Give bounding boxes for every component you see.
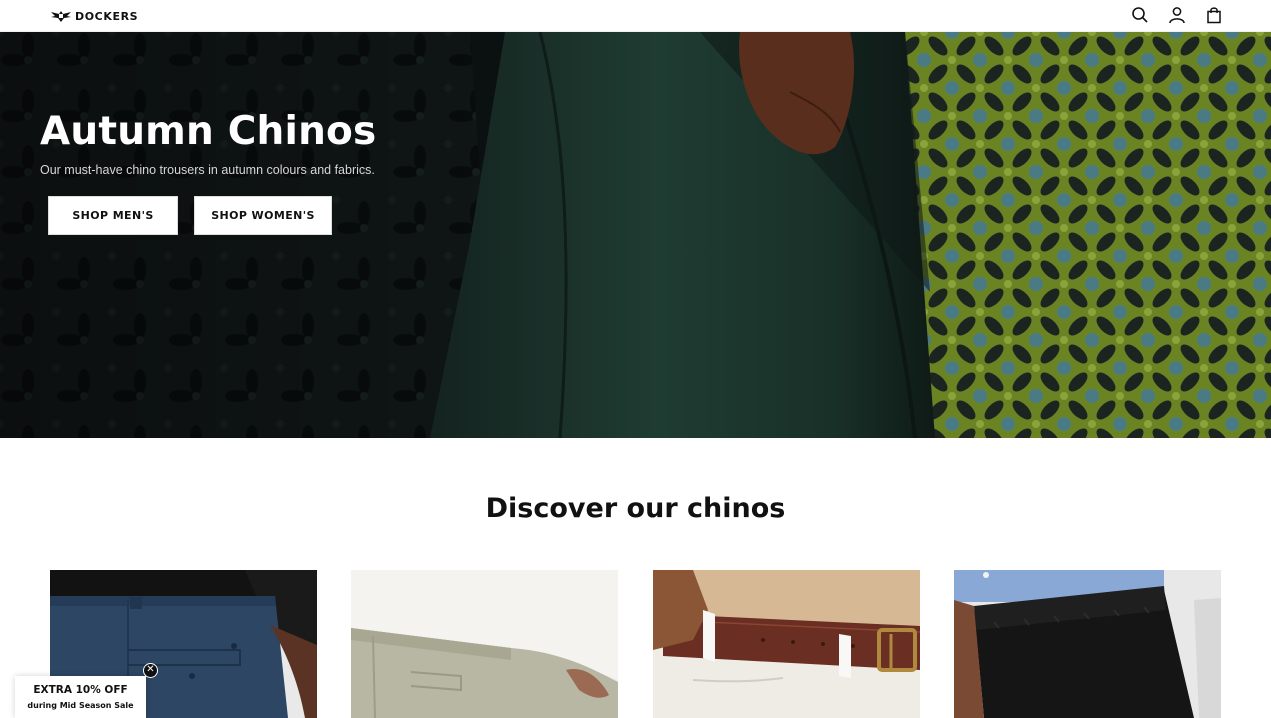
hero-image — [0, 32, 1271, 438]
promo-widget[interactable]: EXTRA 10% OFF during Mid Season Sale — [15, 676, 146, 718]
black-chino-image — [954, 570, 1221, 718]
product-card-khaki-chino[interactable] — [351, 570, 618, 718]
discover-heading: Discover our chinos — [485, 493, 786, 524]
khaki-chino-image — [351, 570, 618, 718]
promo-title: EXTRA 10% OFF — [33, 684, 128, 696]
white-chino-image — [653, 570, 920, 718]
dockers-logo[interactable]: DOCKERS — [50, 8, 138, 24]
hero-title: Autumn Chinos — [40, 109, 377, 154]
promo-close-icon[interactable]: ✕ — [143, 663, 158, 678]
product-card-black-chino[interactable] — [954, 570, 1221, 718]
shop-womens-button[interactable]: SHOP WOMEN'S — [194, 196, 332, 235]
shop-mens-button[interactable]: SHOP MEN'S — [48, 196, 178, 235]
product-card-white-chino[interactable] — [653, 570, 920, 718]
wings-logo-icon — [51, 11, 71, 22]
hero-banner[interactable]: Autumn Chinos Our must-have chino trouse… — [0, 32, 1271, 438]
site-header: DOCKERS — [0, 0, 1271, 32]
logo-text: DOCKERS — [75, 9, 139, 23]
hero-subtitle: Our must-have chino trousers in autumn c… — [40, 163, 375, 177]
search-icon[interactable] — [1131, 6, 1149, 24]
account-icon[interactable] — [1168, 6, 1186, 24]
cart-icon[interactable] — [1205, 6, 1223, 24]
promo-subtitle: during Mid Season Sale — [27, 701, 134, 710]
